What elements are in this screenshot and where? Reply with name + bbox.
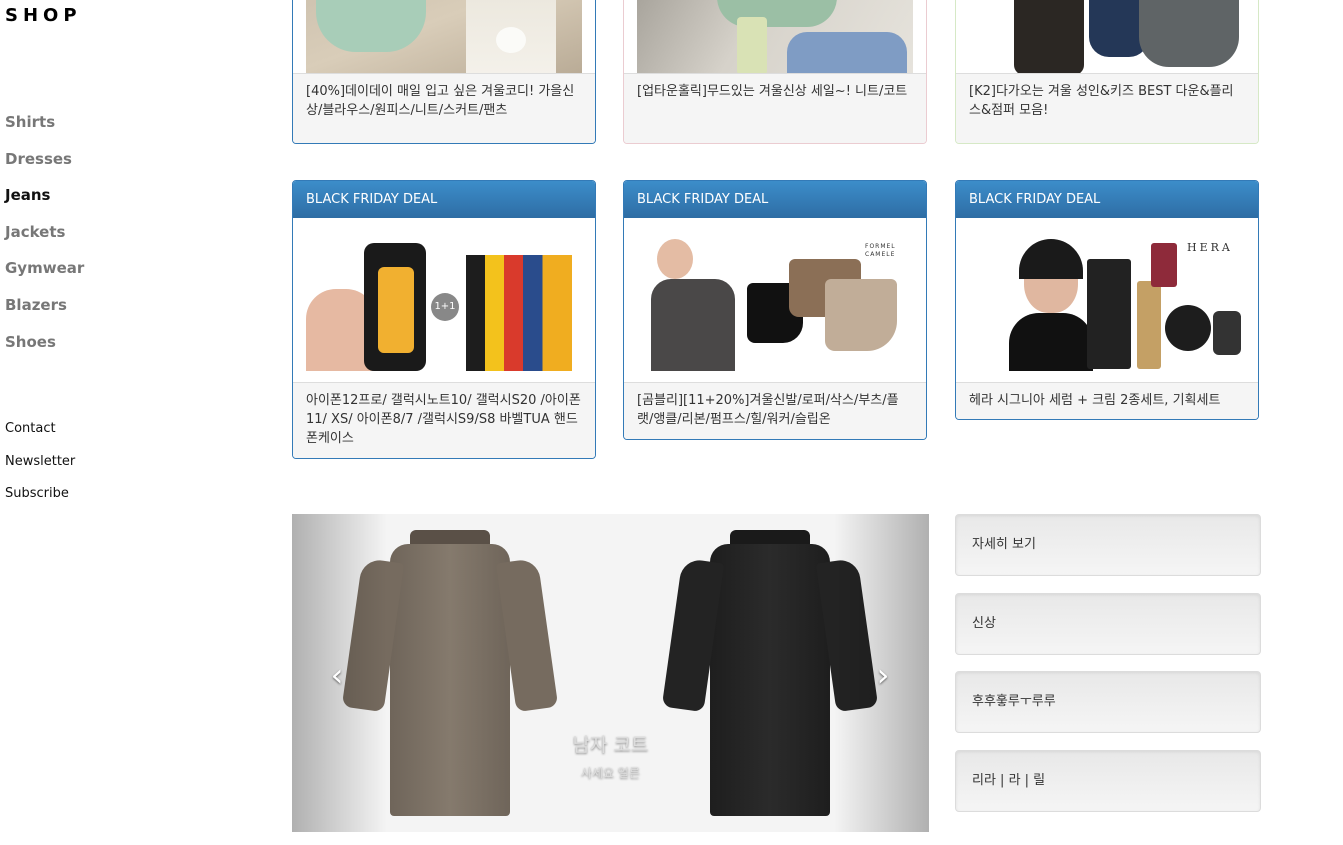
product-photo: [637, 0, 913, 75]
carousel-caption-subtitle: 사세요 얼른: [580, 766, 640, 780]
product-card[interactable]: [K2]다가오는 겨울 성인&키즈 BEST 다운&플리스&점퍼 모음!: [955, 0, 1259, 144]
carousel-caption-title: 남자 코트: [572, 734, 649, 756]
deal-card[interactable]: BLACK FRIDAY DEAL HERA 헤라 시그니아 세럼 + 크림 2…: [955, 180, 1259, 420]
category-jeans[interactable]: Jeans: [5, 185, 84, 222]
deal-caption: [곰블리][11+20%]겨울신발/로퍼/삭스/부츠/플랫/앵클/리본/펌프스/…: [624, 382, 926, 439]
category-nav: Shirts Dresses Jeans Jackets Gymwear Bla…: [5, 112, 84, 368]
new-arrivals-button[interactable]: 신상: [955, 593, 1261, 655]
deal-card[interactable]: BLACK FRIDAY DEAL FORMEL CAMELE [곰블리][11…: [623, 180, 927, 440]
product-photo: [306, 0, 582, 75]
brand-logo-formel-camele: FORMEL CAMELE: [865, 243, 896, 258]
detail-button[interactable]: 자세히 보기: [955, 514, 1261, 576]
deal-caption: 헤라 시그니아 세럼 + 크림 2종세트, 기획세트: [956, 382, 1258, 419]
brand-logo[interactable]: SHOP: [5, 5, 82, 26]
product-photo: HERA: [969, 229, 1245, 371]
product-caption: [업타운홀릭]무드있는 겨울신상 세일~! 니트/코트: [624, 73, 926, 143]
product-card[interactable]: [업타운홀릭]무드있는 겨울신상 세일~! 니트/코트: [623, 0, 927, 144]
category-jackets[interactable]: Jackets: [5, 222, 84, 259]
footer-links: Contact Newsletter Subscribe: [5, 420, 75, 518]
category-dresses[interactable]: Dresses: [5, 149, 84, 186]
category-blazers[interactable]: Blazers: [5, 295, 84, 332]
product-photo: FORMEL CAMELE: [637, 229, 913, 371]
deal-header: BLACK FRIDAY DEAL: [624, 181, 926, 218]
chevron-left-icon[interactable]: ‹: [322, 659, 352, 691]
subscribe-link[interactable]: Subscribe: [5, 485, 75, 518]
contact-link[interactable]: Contact: [5, 420, 75, 453]
category-gymwear[interactable]: Gymwear: [5, 258, 84, 295]
deal-header: BLACK FRIDAY DEAL: [956, 181, 1258, 218]
product-photo: 1+1: [306, 229, 582, 371]
side-button-3[interactable]: 후후훟루ㅜ루루: [955, 671, 1261, 733]
deal-header: BLACK FRIDAY DEAL: [293, 181, 595, 218]
product-carousel[interactable]: ‹ › 남자 코트 사세요 얼른: [292, 514, 929, 832]
side-button-4[interactable]: 리라 | 라 | 릴: [955, 750, 1261, 812]
product-caption: [K2]다가오는 겨울 성인&키즈 BEST 다운&플리스&점퍼 모음!: [956, 73, 1258, 143]
product-card[interactable]: [40%]데이데이 매일 입고 싶은 겨울코디! 가을신상/블라우스/원피스/니…: [292, 0, 596, 144]
brand-logo-hera: HERA: [1187, 241, 1233, 254]
newsletter-link[interactable]: Newsletter: [5, 453, 75, 486]
category-shirts[interactable]: Shirts: [5, 112, 84, 149]
product-caption: [40%]데이데이 매일 입고 싶은 겨울코디! 가을신상/블라우스/원피스/니…: [293, 73, 595, 143]
deal-caption: 아이폰12프로/ 갤럭시노트10/ 갤럭시S20 /아이폰11/ XS/ 아이폰…: [293, 382, 595, 458]
bundle-badge: 1+1: [431, 293, 459, 321]
category-shoes[interactable]: Shoes: [5, 332, 84, 369]
chevron-right-icon[interactable]: ›: [868, 659, 898, 691]
product-photo: [969, 0, 1245, 75]
deal-card[interactable]: BLACK FRIDAY DEAL 1+1 아이폰12프로/ 갤럭시노트10/ …: [292, 180, 596, 459]
